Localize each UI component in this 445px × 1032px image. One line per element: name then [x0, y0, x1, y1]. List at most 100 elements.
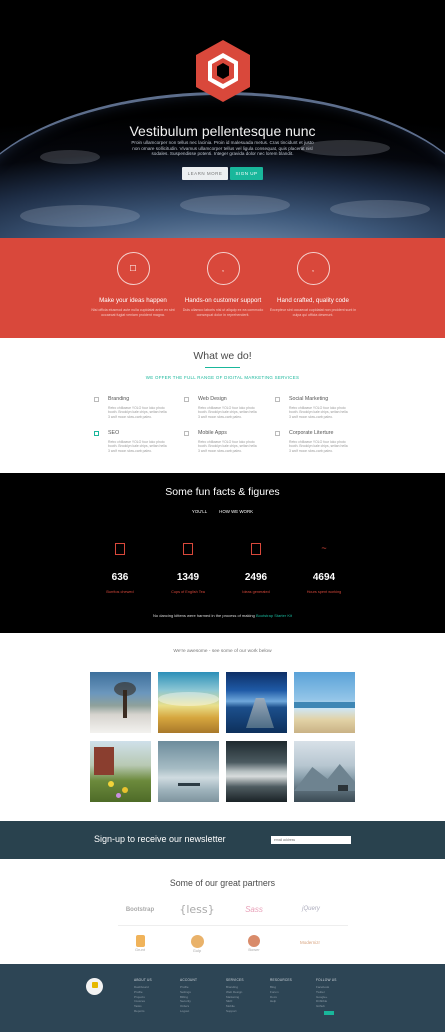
- mobile-icon: [184, 431, 189, 436]
- service-title[interactable]: SEO: [108, 430, 188, 436]
- service-text: Retro chillwave YOLO four loko photo boo…: [198, 406, 257, 419]
- hexagon-logo[interactable]: [193, 38, 253, 104]
- footer-column-title: RESOURCES: [270, 978, 292, 982]
- hamburger-icon: [115, 543, 125, 555]
- hero-title: Vestibulum pellentesque nunc: [129, 123, 316, 139]
- clock-icon: ~: [321, 543, 327, 553]
- bootstrap-starter-kit-link[interactable]: Bootstrap Starter Kit: [256, 613, 292, 618]
- fact-number: 2496: [244, 572, 268, 583]
- footer-column: ABOUT US Dashboard Profile Projects Invo…: [134, 978, 169, 1014]
- partner-logo-modernizr[interactable]: Modernizr: [288, 940, 332, 945]
- gallery-photo-field[interactable]: [158, 672, 219, 733]
- service-text: Retro chillwave YOLO four loko photo boo…: [289, 440, 348, 453]
- partner-logo-bower[interactable]: Bower: [234, 935, 274, 952]
- partner-logo-gulp[interactable]: Gulp: [177, 935, 217, 953]
- fact-label: Hours spent working: [306, 590, 342, 594]
- facts-section: Some fun facts & figures YOU'LL HOW WE WO…: [0, 473, 445, 633]
- learn-more-button[interactable]: LEARN MORE: [182, 167, 228, 180]
- partner-logo-jquery[interactable]: jQuery: [291, 906, 331, 912]
- hero-description: Proin ullamcorper non tellus nec lacinia…: [131, 140, 314, 157]
- footer-badge[interactable]: [324, 1011, 334, 1015]
- footer-column: RESOURCES Blog Forum Docs Help: [270, 978, 305, 1004]
- footer-link[interactable]: Help: [270, 999, 305, 1004]
- service-social: Social Marketing Retro chillwave YOLO fo…: [275, 396, 369, 419]
- seo-icon: [94, 431, 99, 436]
- gallery-photo-sunlit-lake[interactable]: [226, 741, 287, 802]
- site-footer: ABOUT US Dashboard Profile Projects Invo…: [0, 964, 445, 1032]
- section-title: Some fun facts & figures: [165, 486, 280, 498]
- fact-item: 1349 Cups of English Tea: [153, 543, 223, 594]
- facts-footnote-text: No dancing kittens were harmed in the pr…: [153, 613, 255, 618]
- newsletter-section: Sign-up to receive our newsletter: [0, 821, 445, 859]
- service-title[interactable]: Web Design: [198, 396, 278, 402]
- service-text: Retro chillwave YOLO four loko photo boo…: [289, 406, 348, 419]
- service-seo: SEO Retro chillwave YOLO four loko photo…: [94, 430, 188, 453]
- social-icon: [275, 397, 280, 402]
- partner-logo-sass[interactable]: Sass: [234, 905, 274, 914]
- lightbulb-icon: ☐: [116, 252, 150, 285]
- footer-column-title: ABOUT US: [134, 978, 152, 982]
- footer-link[interactable]: Support: [226, 1009, 261, 1014]
- literature-icon: [275, 431, 280, 436]
- service-title[interactable]: Corporate Literture: [289, 430, 369, 436]
- service-branding: Branding Retro chillwave YOLO four loko …: [94, 396, 188, 419]
- gallery-photo-lake-boat[interactable]: [158, 741, 219, 802]
- fact-number: 1349: [176, 572, 200, 583]
- service-title[interactable]: Mobile Apps: [198, 430, 278, 436]
- branding-icon: [94, 397, 99, 402]
- newsletter-title: Sign-up to receive our newsletter: [94, 834, 226, 844]
- partner-logo-grunt[interactable]: Grunt: [120, 935, 160, 952]
- partner-logo-label: Gulp: [192, 948, 202, 953]
- partners-divider: [118, 925, 348, 926]
- feature-title: Hand crafted, quality code: [277, 297, 349, 304]
- footer-link[interactable]: Logout: [180, 1009, 215, 1014]
- coffee-icon: [183, 543, 193, 555]
- partner-logo-less[interactable]: {less}: [177, 903, 217, 916]
- service-literature: Corporate Literture Retro chillwave YOLO…: [275, 430, 369, 453]
- service-title[interactable]: Social Marketing: [289, 396, 369, 402]
- gallery-photo-flowers[interactable]: [90, 741, 151, 802]
- fact-label: Burritos chewed: [106, 590, 134, 594]
- gulp-icon: [190, 935, 204, 948]
- facts-subtitle-right: HOW WE WORK: [219, 509, 254, 514]
- footer-column-title: FOLLOW US: [316, 978, 337, 982]
- fact-number: 4694: [312, 572, 336, 583]
- footer-column-title: ACCOUNT: [180, 978, 198, 982]
- idea-icon: [251, 543, 261, 555]
- feature-text: Excepteur sint occaecat cupidatat non pr…: [269, 308, 357, 317]
- gallery-photo-pier[interactable]: [226, 672, 287, 733]
- gallery-photo-beach[interactable]: [294, 672, 355, 733]
- fact-item: 2496 Ideas generated: [221, 543, 291, 594]
- service-web-design: Web Design Retro chillwave YOLO four lok…: [184, 396, 278, 419]
- footer-column-title: SERVICES: [226, 978, 244, 982]
- section-title: What we do!: [193, 350, 252, 362]
- support-icon: ,: [206, 252, 240, 285]
- section-subtitle: WE OFFER THE FULL RANGE OF DIGITAL MARKE…: [145, 375, 300, 380]
- sign-up-button[interactable]: SIGN UP: [230, 167, 263, 180]
- gallery-photo-mountain[interactable]: [294, 741, 355, 802]
- footer-logo-avatar[interactable]: [86, 978, 103, 995]
- fact-item: ~ 4694 Hours spent working: [289, 543, 359, 594]
- features-section: ☐ Make your ideas happen Nisi officia ei…: [0, 238, 445, 338]
- service-mobile: Mobile Apps Retro chillwave YOLO four lo…: [184, 430, 278, 453]
- gallery-photo-snow-tree[interactable]: [90, 672, 151, 733]
- facts-subtitle: YOU'LL HOW WE WORK: [0, 509, 445, 514]
- web-design-icon: [184, 397, 189, 402]
- partner-logo-label: Grunt: [134, 947, 145, 952]
- gallery-section: We're awesome - see some of our work bel…: [0, 633, 445, 821]
- title-divider: [205, 367, 240, 368]
- newsletter-email-input[interactable]: [271, 836, 351, 844]
- footer-link[interactable]: Github: [316, 1004, 351, 1009]
- fact-label: Cups of English Tea: [171, 590, 205, 594]
- grunt-icon: [135, 935, 145, 947]
- partner-logo-bootstrap[interactable]: Bootstrap: [120, 907, 160, 913]
- what-we-do-section: What we do! WE OFFER THE FULL RANGE OF D…: [0, 338, 445, 473]
- feature-quality: , Hand crafted, quality code Excepteur s…: [243, 252, 383, 317]
- fact-item: 636 Burritos chewed: [85, 543, 155, 594]
- service-title[interactable]: Branding: [108, 396, 188, 402]
- bower-icon: [248, 935, 260, 947]
- footer-link[interactable]: Reports: [134, 1009, 169, 1014]
- service-text: Retro chillwave YOLO four loko photo boo…: [198, 440, 257, 453]
- service-text: Retro chillwave YOLO four loko photo boo…: [108, 440, 167, 453]
- partner-logo-label: Bower: [248, 947, 260, 952]
